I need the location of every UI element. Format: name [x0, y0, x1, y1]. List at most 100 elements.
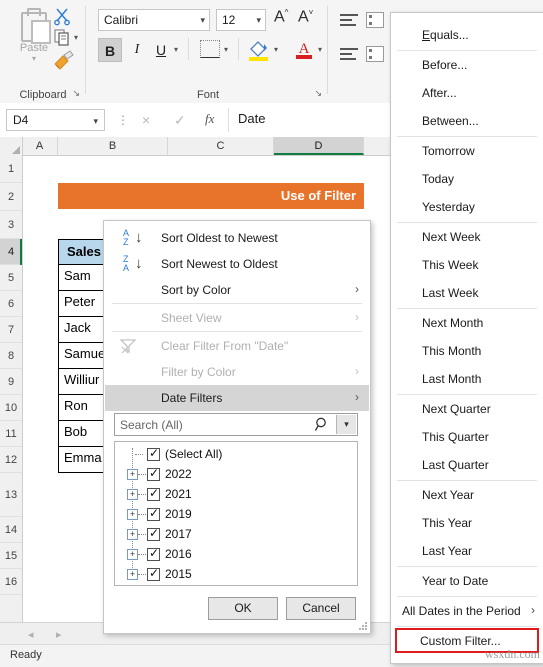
search-input[interactable]: Search (All) ▾: [114, 413, 358, 436]
row-header-13[interactable]: 13: [0, 473, 22, 517]
italic-button[interactable]: I: [126, 38, 148, 62]
tree-item-2015[interactable]: + ✓ 2015: [115, 565, 359, 585]
sheet-prev-icon[interactable]: ◂: [28, 628, 34, 641]
submenu-item-all-dates-in-the-period[interactable]: All Dates in the Period ›: [392, 597, 543, 625]
sheet-next-icon[interactable]: ▸: [56, 628, 62, 641]
menu-item-sort-by-color[interactable]: Sort by Color ›: [105, 277, 369, 303]
decrease-font-size-button[interactable]: A˅: [298, 8, 313, 26]
row-header-12[interactable]: 12: [0, 447, 22, 473]
borders-icon[interactable]: [200, 40, 220, 58]
bold-button[interactable]: B: [98, 38, 122, 62]
row-header-10[interactable]: 10: [0, 395, 22, 421]
row-header-8[interactable]: 8: [0, 343, 22, 369]
formula-input[interactable]: Date: [238, 111, 265, 126]
select-all-corner[interactable]: [0, 137, 23, 155]
submenu-item-today[interactable]: Today: [392, 165, 543, 193]
checkbox[interactable]: ✓: [147, 566, 160, 581]
submenu-item-equals[interactable]: Equals...: [392, 21, 543, 49]
submenu-item-year-to-date[interactable]: Year to Date: [392, 567, 543, 595]
submenu-item-between[interactable]: Between...: [392, 107, 543, 135]
tree-item-2022[interactable]: + ✓ 2022: [115, 465, 359, 485]
formula-cancel-icon[interactable]: ×: [142, 112, 150, 128]
name-box[interactable]: D4 ▾: [6, 109, 105, 131]
underline-button[interactable]: U: [150, 38, 172, 62]
row-header-14[interactable]: 14: [0, 517, 22, 543]
tree-item-2019[interactable]: + ✓ 2019: [115, 505, 359, 525]
row-header-1[interactable]: 1: [0, 155, 22, 183]
submenu-item-before[interactable]: Before...: [392, 51, 543, 79]
submenu-item-next-month[interactable]: Next Month: [392, 309, 543, 337]
checkbox[interactable]: ✓: [147, 546, 160, 561]
expand-icon[interactable]: +: [127, 509, 138, 520]
row-header-3[interactable]: 3: [0, 211, 22, 239]
submenu-item-after[interactable]: After...: [392, 79, 543, 107]
submenu-item-this-year[interactable]: This Year: [392, 509, 543, 537]
row-header-9[interactable]: 9: [0, 369, 22, 395]
expand-icon[interactable]: +: [127, 549, 138, 560]
menu-item-sort-newest-to-oldest[interactable]: Z A ↓ Sort Newest to Oldest: [105, 251, 369, 277]
insert-function-icon[interactable]: fx: [205, 111, 214, 127]
search-dropdown-chevron-down-icon[interactable]: ▾: [336, 415, 356, 434]
tree-item-select-all[interactable]: ✓ (Select All): [115, 445, 359, 465]
wrap-text-icon[interactable]: [366, 46, 384, 62]
checkbox[interactable]: ✓: [147, 466, 160, 481]
column-header-d[interactable]: D: [274, 137, 364, 155]
submenu-item-last-quarter[interactable]: Last Quarter: [392, 451, 543, 479]
menu-item-date-filters[interactable]: Date Filters ›: [105, 385, 369, 411]
cancel-button[interactable]: Cancel: [286, 597, 356, 620]
tree-item-2017[interactable]: + ✓ 2017: [115, 525, 359, 545]
font-color-button[interactable]: A: [294, 38, 314, 62]
underline-chevron-down-icon[interactable]: ▾: [174, 45, 178, 54]
filter-values-tree[interactable]: ✓ (Select All) + ✓ 2022 + ✓ 2021 + ✓ 201…: [114, 441, 358, 586]
align-top-icon[interactable]: [340, 14, 358, 28]
row-header-4[interactable]: 4: [0, 239, 22, 265]
increase-font-size-button[interactable]: A^: [274, 8, 288, 26]
submenu-item-yesterday[interactable]: Yesterday: [392, 193, 543, 221]
submenu-item-this-month[interactable]: This Month: [392, 337, 543, 365]
checkbox[interactable]: ✓: [147, 526, 160, 541]
copy-button[interactable]: [52, 28, 76, 50]
menu-item-sort-oldest-to-newest[interactable]: A Z ↓ Sort Oldest to Newest: [105, 225, 369, 251]
submenu-item-this-quarter[interactable]: This Quarter: [392, 423, 543, 451]
cut-button[interactable]: [52, 6, 76, 28]
row-header-11[interactable]: 11: [0, 421, 22, 447]
submenu-item-this-week[interactable]: This Week: [392, 251, 543, 279]
tree-item-2016[interactable]: + ✓ 2016: [115, 545, 359, 565]
row-header-6[interactable]: 6: [0, 291, 22, 317]
column-header-c[interactable]: C: [168, 137, 274, 155]
submenu-item-last-year[interactable]: Last Year: [392, 537, 543, 565]
expand-icon[interactable]: +: [127, 469, 138, 480]
submenu-item-tomorrow[interactable]: Tomorrow: [392, 137, 543, 165]
name-box-chevron-down-icon[interactable]: ▾: [93, 116, 98, 127]
font-name-combobox[interactable]: Calibri ▾: [98, 9, 210, 31]
submenu-item-next-year[interactable]: Next Year: [392, 481, 543, 509]
row-header-2[interactable]: 2: [0, 183, 22, 211]
row-header-7[interactable]: 7: [0, 317, 22, 343]
font-size-chevron-down-icon[interactable]: ▾: [256, 15, 261, 26]
format-painter-button[interactable]: [52, 50, 78, 72]
font-dialog-launcher[interactable]: ↘: [314, 88, 322, 99]
checkbox[interactable]: ✓: [147, 506, 160, 521]
expand-icon[interactable]: +: [127, 529, 138, 540]
font-name-chevron-down-icon[interactable]: ▾: [200, 15, 205, 26]
resize-grip[interactable]: [359, 622, 368, 631]
formula-bar-handle[interactable]: ⋮: [117, 113, 129, 127]
checkbox[interactable]: ✓: [147, 446, 160, 461]
font-color-chevron-down-icon[interactable]: ▾: [318, 45, 322, 54]
column-header-a[interactable]: A: [22, 137, 58, 155]
expand-icon[interactable]: +: [127, 489, 138, 500]
row-header-5[interactable]: 5: [0, 265, 22, 291]
submenu-item-last-week[interactable]: Last Week: [392, 279, 543, 307]
column-header-b[interactable]: B: [58, 137, 168, 155]
submenu-item-next-week[interactable]: Next Week: [392, 223, 543, 251]
borders-chevron-down-icon[interactable]: ▾: [224, 45, 228, 54]
submenu-item-last-month[interactable]: Last Month: [392, 365, 543, 393]
fill-color-button[interactable]: [248, 38, 270, 62]
ok-button[interactable]: OK: [208, 597, 278, 620]
copy-dropdown-caret-icon[interactable]: ▾: [74, 33, 78, 42]
align-middle-icon[interactable]: [340, 48, 358, 62]
orientation-icon[interactable]: [366, 12, 384, 28]
formula-enter-icon[interactable]: ✓: [174, 112, 186, 129]
clipboard-dialog-launcher[interactable]: ↘: [72, 88, 80, 99]
tree-item-2021[interactable]: + ✓ 2021: [115, 485, 359, 505]
